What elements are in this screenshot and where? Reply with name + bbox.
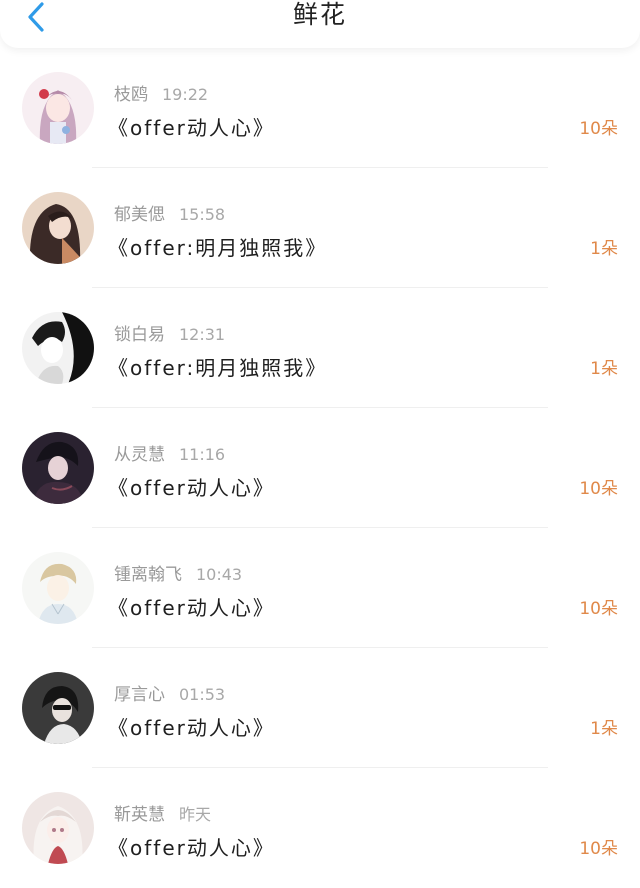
header-bar: 鲜花	[0, 0, 640, 48]
avatar[interactable]	[22, 672, 94, 744]
send-time: 19:22	[162, 85, 209, 104]
list-item[interactable]: 锁白易 12:31 《offer:明月独照我》 1朵	[0, 288, 640, 408]
list-item[interactable]: 从灵慧 11:16 《offer动人心》 10朵	[0, 408, 640, 528]
flower-count: 10朵	[579, 839, 618, 859]
dark-anime-boy-avatar	[22, 432, 94, 504]
sender-name: 枝鸥	[114, 85, 148, 105]
gift-title: 《offer:明月独照我》	[108, 356, 328, 380]
gift-title: 《offer动人心》	[108, 116, 275, 140]
sender-name: 从灵慧	[114, 445, 165, 465]
gift-title: 《offer动人心》	[108, 716, 275, 740]
gift-title: 《offer动人心》	[108, 836, 275, 860]
send-time: 11:16	[179, 445, 226, 464]
avatar[interactable]	[22, 432, 94, 504]
avatar[interactable]	[22, 552, 94, 624]
page-title: 鲜花	[292, 0, 347, 29]
send-time: 12:31	[179, 325, 226, 344]
flower-count: 10朵	[579, 119, 618, 139]
flower-count: 10朵	[579, 599, 618, 619]
sunglasses-girl-avatar	[22, 672, 94, 744]
list-item[interactable]: 郁美偲 15:58 《offer:明月独照我》 1朵	[0, 168, 640, 288]
sender-name: 靳英慧	[114, 805, 165, 825]
list-item[interactable]: 厚言心 01:53 《offer动人心》 1朵	[0, 648, 640, 768]
sender-line: 从灵慧 11:16	[114, 440, 225, 465]
avatar[interactable]	[22, 192, 94, 264]
avatar[interactable]	[22, 312, 94, 384]
gift-title: 《offer:明月独照我》	[108, 236, 328, 260]
sender-name: 锺离翰飞	[114, 565, 182, 585]
list-item[interactable]: 靳英慧 昨天 《offer动人心》 10朵	[0, 768, 640, 888]
anime-girl-avatar	[22, 72, 94, 144]
monochrome-boy-avatar	[22, 312, 94, 384]
send-time: 昨天	[179, 805, 212, 824]
flower-count: 1朵	[590, 719, 618, 739]
sender-line: 郁美偲 15:58	[114, 200, 225, 225]
list-item[interactable]: 锺离翰飞 10:43 《offer动人心》 10朵	[0, 528, 640, 648]
sender-line: 厚言心 01:53	[114, 680, 225, 705]
send-time: 10:43	[196, 565, 243, 584]
gift-title: 《offer动人心》	[108, 476, 275, 500]
sender-line: 锺离翰飞 10:43	[114, 560, 242, 585]
sender-name: 锁白易	[114, 325, 165, 345]
send-time: 01:53	[179, 685, 226, 704]
avatar[interactable]	[22, 792, 94, 864]
sender-line: 靳英慧 昨天	[114, 800, 211, 825]
list-item[interactable]: 枝鸥 19:22 《offer动人心》 10朵	[0, 48, 640, 168]
flower-count: 10朵	[579, 479, 618, 499]
gift-title: 《offer动人心》	[108, 596, 275, 620]
sender-line: 枝鸥 19:22	[114, 80, 208, 105]
avatar[interactable]	[22, 72, 94, 144]
sender-name: 厚言心	[114, 685, 165, 705]
sketch-boy-avatar	[22, 552, 94, 624]
anime-girl-avatar	[22, 192, 94, 264]
flower-gift-list: 枝鸥 19:22 《offer动人心》 10朵 郁美偲 15:58 《offer:明…	[0, 48, 640, 888]
flower-count: 1朵	[590, 359, 618, 379]
flower-count: 1朵	[590, 239, 618, 259]
white-hair-girl-avatar	[22, 792, 94, 864]
sender-line: 锁白易 12:31	[114, 320, 225, 345]
sender-name: 郁美偲	[114, 205, 165, 225]
send-time: 15:58	[179, 205, 226, 224]
